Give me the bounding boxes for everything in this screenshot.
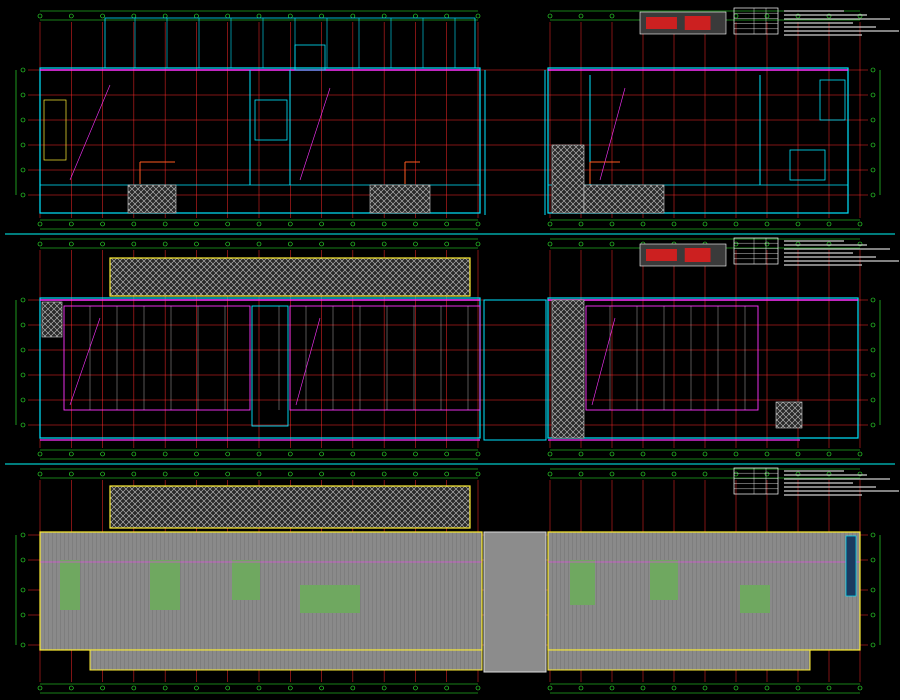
hatched-core [583, 184, 665, 214]
roof-green-zone [150, 560, 180, 610]
roof-canopy-hatched [109, 257, 471, 297]
key-plan-highlight [646, 249, 677, 261]
hatched-core [41, 301, 63, 338]
key-plan-highlight [646, 17, 677, 29]
roof-panels-block-a [39, 531, 483, 651]
hatched-core [775, 401, 803, 429]
roof-panels-lower-b [547, 649, 811, 671]
key-plan-highlight [684, 16, 711, 30]
key-plan-highlight [684, 248, 711, 262]
hatched-core [369, 184, 431, 214]
roof-green-zone [232, 560, 260, 600]
roof-green-zone [570, 560, 595, 605]
roof-panels-lower-a [89, 649, 483, 671]
cad-drawing-canvas [0, 0, 900, 700]
rooftop-skylight [845, 535, 857, 597]
roof-canopy-hatched [109, 485, 471, 529]
connector-roof [483, 531, 547, 673]
roof-green-zone [650, 560, 678, 600]
roof-green-zone [740, 585, 770, 613]
hatched-core [551, 144, 585, 214]
hatched-core [551, 299, 585, 439]
hatched-core [127, 184, 177, 214]
roof-green-zone [60, 560, 80, 610]
roof-green-zone [300, 585, 360, 613]
